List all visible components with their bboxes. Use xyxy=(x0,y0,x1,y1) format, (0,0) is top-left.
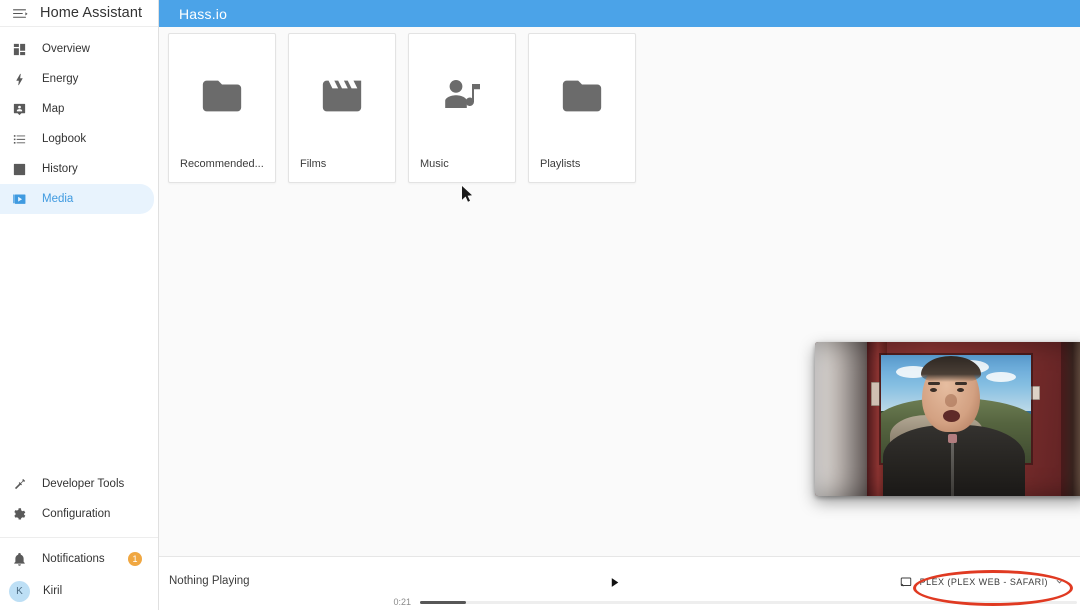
play-button[interactable] xyxy=(604,572,624,592)
view-dashboard-icon xyxy=(8,38,30,60)
map-marker-account-icon xyxy=(8,98,30,120)
progress-row: 0:21 xyxy=(387,597,1077,607)
sidebar-item-user[interactable]: K Kiril xyxy=(0,574,154,608)
seek-slider[interactable] xyxy=(420,600,1077,604)
media-card-grid: Recommended... Films Music Playlists xyxy=(168,33,1080,183)
media-card-films[interactable]: Films xyxy=(288,33,396,183)
sidebar-item-label: Map xyxy=(42,103,65,115)
sidebar-item-developer-tools[interactable]: Developer Tools xyxy=(0,469,154,499)
video-jacket-zip xyxy=(951,438,954,496)
format-list-bulleted-icon xyxy=(8,128,30,150)
video-frame xyxy=(815,342,1080,496)
cast-icon xyxy=(900,575,913,588)
video-zipper-pull xyxy=(948,434,957,443)
account-music-icon xyxy=(409,34,515,158)
top-app-bar: Hass.io xyxy=(159,0,1080,27)
sidebar-item-label: Energy xyxy=(42,73,79,85)
sidebar-divider xyxy=(0,537,158,538)
sidebar-header: Home Assistant xyxy=(0,0,158,27)
cog-icon xyxy=(8,503,30,525)
sidebar-item-label: Developer Tools xyxy=(42,478,125,490)
picture-in-picture-video[interactable] xyxy=(815,342,1080,496)
sidebar-item-overview[interactable]: Overview xyxy=(0,34,154,64)
chart-box-icon xyxy=(8,158,30,180)
media-card-label: Music xyxy=(420,158,449,170)
sidebar-bottom: Developer Tools Configuration Notificati xyxy=(0,469,158,610)
home-assistant-app: Home Assistant Overview Energy Map Logbo… xyxy=(0,0,1080,610)
chevron-down-icon xyxy=(1055,577,1064,586)
folder-icon xyxy=(169,34,275,158)
video-person-nose xyxy=(945,394,957,407)
sidebar: Home Assistant Overview Energy Map Logbo… xyxy=(0,0,159,610)
video-light-switch xyxy=(871,382,880,406)
avatar: K xyxy=(9,580,30,602)
sidebar-item-label: Media xyxy=(42,193,74,205)
sidebar-item-media[interactable]: Media xyxy=(0,184,154,214)
movie-icon xyxy=(289,34,395,158)
hammer-icon xyxy=(8,473,30,495)
current-time-label: 0:21 xyxy=(393,597,411,607)
sidebar-item-label: Notifications xyxy=(42,553,105,565)
sidebar-nav: Overview Energy Map Logbook History Medi… xyxy=(0,27,158,214)
video-person-eye xyxy=(957,388,964,392)
sidebar-item-energy[interactable]: Energy xyxy=(0,64,154,94)
sidebar-item-label: Configuration xyxy=(42,508,111,520)
page-title: Hass.io xyxy=(179,5,228,22)
notifications-badge: 1 xyxy=(128,552,142,566)
sidebar-item-configuration[interactable]: Configuration xyxy=(0,499,154,529)
sidebar-item-label: Overview xyxy=(42,43,90,55)
lightning-bolt-icon xyxy=(8,68,30,90)
video-right-edge xyxy=(1061,342,1080,496)
video-person-brow xyxy=(928,382,940,385)
sidebar-item-label: History xyxy=(42,163,78,175)
video-person-brow xyxy=(955,382,967,385)
bell-icon xyxy=(8,548,30,570)
media-card-playlists[interactable]: Playlists xyxy=(528,33,636,183)
video-person-eye xyxy=(930,388,937,392)
sidebar-item-notifications[interactable]: Notifications 1 xyxy=(0,544,154,574)
media-card-label: Films xyxy=(300,158,327,170)
app-title: Home Assistant xyxy=(40,5,143,21)
sidebar-item-map[interactable]: Map xyxy=(0,94,154,124)
media-card-label: Playlists xyxy=(540,158,581,170)
media-card-recommended[interactable]: Recommended... xyxy=(168,33,276,183)
main-area: Hass.io Recommended... Films Music Playl… xyxy=(159,0,1080,610)
cast-device-label: PLEX (PLEX WEB - SAFARI) xyxy=(919,576,1048,587)
menu-open-icon[interactable] xyxy=(8,2,30,24)
sidebar-item-label: Logbook xyxy=(42,133,87,145)
sidebar-item-history[interactable]: History xyxy=(0,154,154,184)
now-playing-title: Nothing Playing xyxy=(169,575,250,587)
media-card-label: Recommended... xyxy=(180,158,264,170)
sidebar-item-logbook[interactable]: Logbook xyxy=(0,124,154,154)
folder-icon xyxy=(529,34,635,158)
cast-device-selector[interactable]: PLEX (PLEX WEB - SAFARI) xyxy=(892,571,1072,592)
play-box-multiple-icon xyxy=(8,188,30,210)
media-card-music[interactable]: Music xyxy=(408,33,516,183)
progress-fill xyxy=(420,600,466,604)
video-person-mouth xyxy=(943,410,960,422)
media-player-bar: Nothing Playing 0:21 PLEX (PLEX WEB - SA… xyxy=(159,556,1080,610)
sidebar-item-label: Kiril xyxy=(43,585,63,597)
video-curtain xyxy=(815,342,871,496)
